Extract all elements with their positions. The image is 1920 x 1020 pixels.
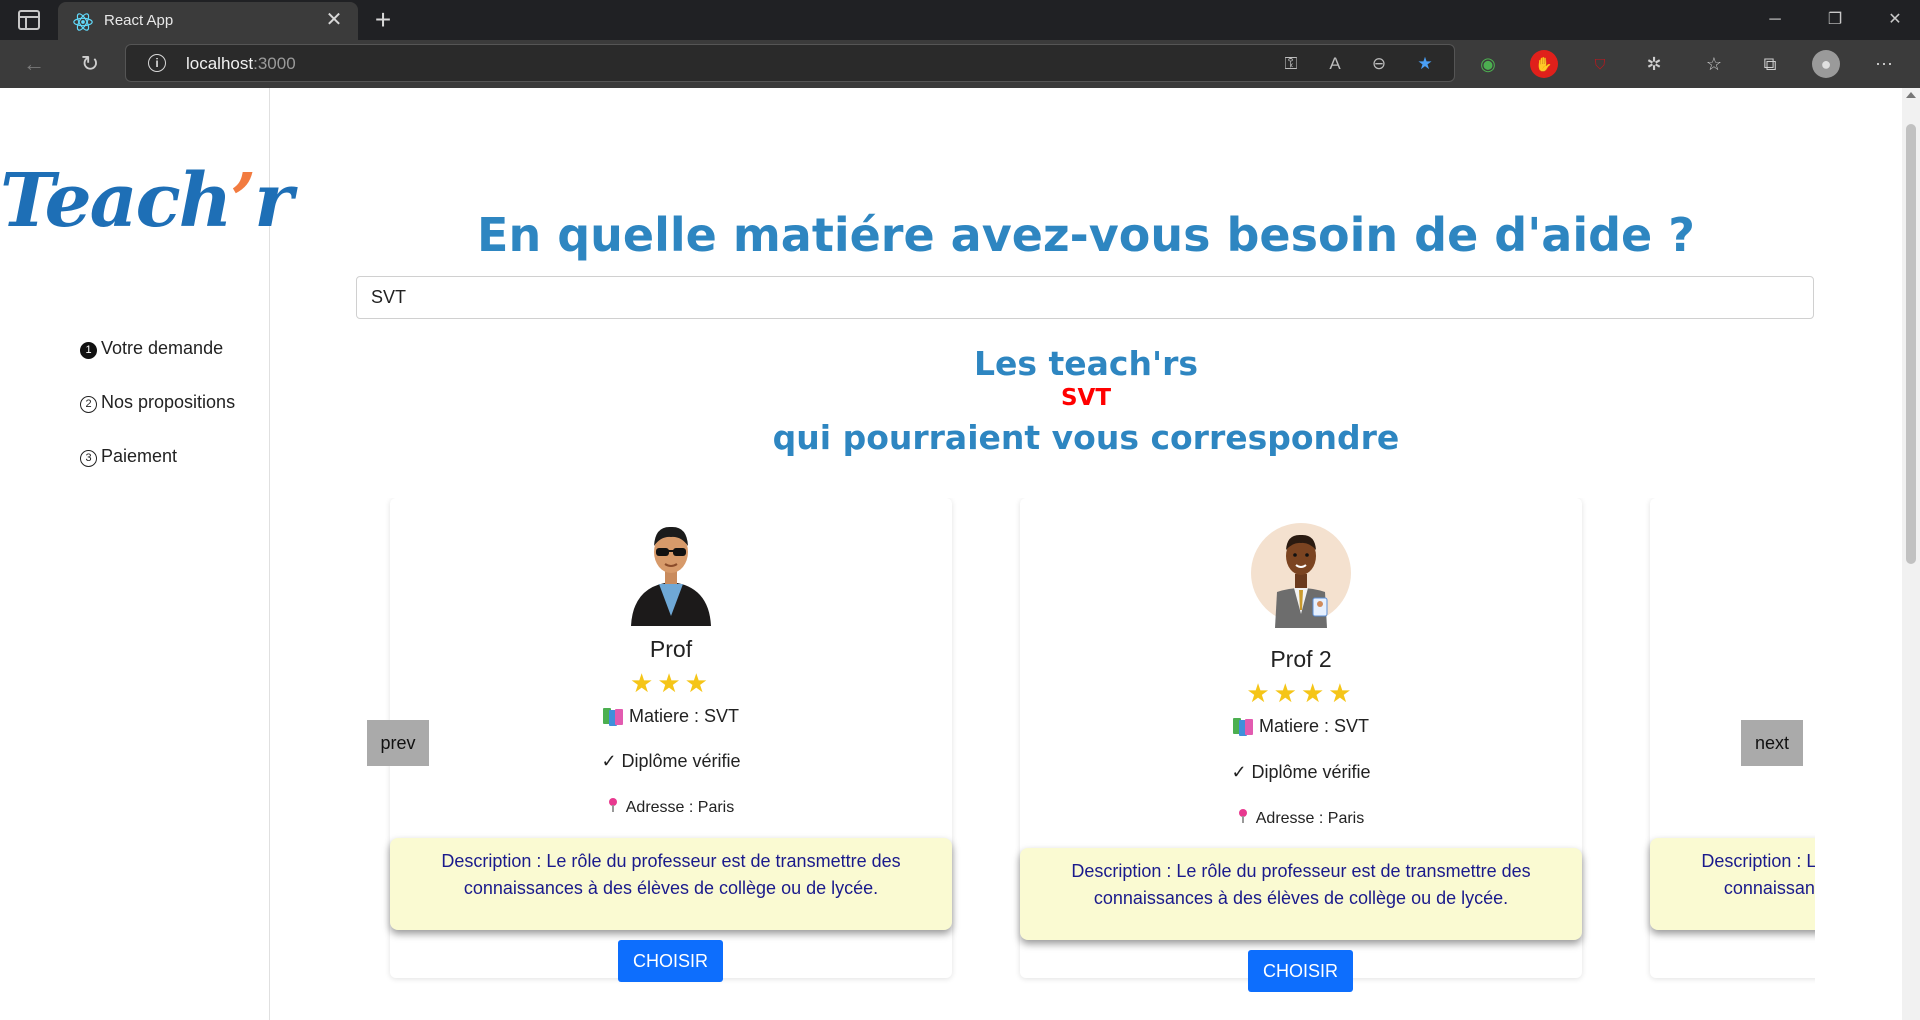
adblock-icon[interactable]: ✋: [1530, 50, 1558, 78]
diploma-row: ✓ Diplôme vérifie: [1231, 762, 1371, 782]
pin-icon: [1238, 809, 1248, 823]
choose-button[interactable]: CHOISIR: [1248, 950, 1353, 992]
logo-apostrophe: ’: [230, 158, 256, 244]
teacher-avatar-badge: [1251, 523, 1351, 628]
rating-stars: ★★★: [630, 668, 712, 698]
step-number-icon: 1: [80, 342, 97, 359]
step-label: Nos propositions: [101, 392, 236, 412]
react-logo-icon: [73, 13, 93, 31]
url-host: localhost: [186, 54, 254, 73]
teachr-logo: Teach’r: [0, 158, 293, 244]
favorite-star-icon[interactable]: ★: [1414, 53, 1436, 75]
results-heading-2: qui pourraient vous correspondre: [772, 418, 1400, 457]
favorites-icon[interactable]: ☆: [1700, 50, 1728, 78]
address-row: Adresse : Paris: [390, 798, 952, 817]
new-tab-icon[interactable]: +: [368, 3, 398, 37]
address-row: Adresse : Paris: [1020, 809, 1582, 828]
teachers-carousel: Prof ★★★ Matiere : SVT ✓ Diplôme vérifie…: [380, 498, 1815, 1020]
teacher-description: Description : Le rôle du professeur est …: [1650, 838, 1815, 930]
address-label: Adresse : Paris: [625, 799, 735, 816]
books-icon: [1232, 718, 1253, 736]
diploma-row: ✓ Diplôme vérifie: [601, 751, 741, 771]
extension-globe-icon[interactable]: ◉: [1474, 50, 1502, 78]
step-number-icon: 2: [80, 396, 97, 413]
subject-row: Matiere : SVT: [1020, 716, 1582, 737]
subject-label: Matiere : SVT: [628, 706, 740, 726]
step-paiement[interactable]: 3 Paiement: [80, 446, 177, 467]
address-label: Adresse : Paris: [1255, 810, 1365, 827]
subject-search-input[interactable]: [356, 276, 1814, 319]
extensions-puzzle-icon[interactable]: ✲: [1640, 50, 1668, 78]
profile-avatar-icon[interactable]: ●: [1812, 50, 1840, 78]
url-port: :3000: [253, 54, 296, 73]
teacher-name: Prof: [649, 636, 693, 662]
step-votre-demande[interactable]: 1 Votre demande: [80, 338, 223, 359]
scroll-up-icon[interactable]: [1906, 92, 1916, 98]
teacher-avatar-sunglasses: [631, 526, 711, 626]
key-icon[interactable]: ⚿: [1280, 53, 1302, 75]
scroll-thumb[interactable]: [1906, 124, 1916, 564]
next-button[interactable]: next: [1741, 720, 1803, 766]
results-heading: Les teach'rs: [973, 344, 1199, 383]
browser-toolbar: ← ↻ i localhost:3000 ⚿ A ⊖ ★ ◉ ✋ ⛉ ✲ ☆ ⧉…: [0, 40, 1920, 88]
tab-title: React App: [104, 12, 174, 29]
address-bar[interactable]: i localhost:3000 ⚿ A ⊖ ★: [125, 44, 1455, 82]
window-close-icon[interactable]: ✕: [1870, 0, 1920, 40]
restore-icon[interactable]: ❐: [1810, 0, 1860, 40]
minimize-icon[interactable]: ─: [1750, 0, 1800, 40]
collections-icon[interactable]: ⧉: [1756, 50, 1784, 78]
teacher-description: Description : Le rôle du professeur est …: [1020, 848, 1582, 940]
rating-stars: ★★★★: [1246, 678, 1356, 708]
tab-actions-icon[interactable]: [18, 10, 40, 30]
zoom-icon[interactable]: ⊖: [1368, 53, 1390, 75]
prev-button[interactable]: prev: [367, 720, 429, 766]
step-nos-propositions[interactable]: 2 Nos propositions: [80, 392, 235, 413]
read-aloud-icon[interactable]: A: [1324, 53, 1346, 75]
books-icon: [602, 708, 623, 726]
tab-close-icon[interactable]: ✕: [322, 8, 346, 32]
teacher-card: Prof 2 ★★★★ Matiere : SVT ✓ Diplôme véri…: [1020, 498, 1582, 992]
more-menu-icon[interactable]: ⋯: [1870, 50, 1898, 78]
choose-button[interactable]: CHOISIR: [618, 940, 723, 982]
teacher-card: Prof ★★★ Matiere : SVT ✓ Diplôme vérifie…: [390, 498, 952, 982]
logo-text: Teach: [0, 158, 232, 244]
site-info-icon[interactable]: i: [148, 54, 166, 72]
teacher-name: Prof 2: [1270, 646, 1332, 672]
teacher-description: Description : Le rôle du professeur est …: [390, 838, 952, 930]
step-label: Votre demande: [101, 338, 224, 358]
step-label: Paiement: [101, 446, 178, 466]
sidebar: Teach’r 1 Votre demande 2 Nos propositions…: [0, 88, 293, 1020]
page: Teach’r 1 Votre demande 2 Nos propositions…: [0, 88, 1920, 1020]
subject-row: Matiere : SVT: [390, 706, 952, 727]
step-number-icon: 3: [80, 450, 97, 467]
subject-label: Matiere : SVT: [1258, 716, 1370, 736]
page-scrollbar[interactable]: [1902, 88, 1920, 1020]
url-text: localhost:3000: [186, 54, 296, 74]
browser-tab[interactable]: React App ✕: [58, 2, 358, 40]
results-subject: SVT: [1060, 385, 1112, 411]
pin-icon: [608, 798, 618, 812]
back-icon[interactable]: ←: [18, 48, 50, 80]
ublock-icon[interactable]: ⛉: [1586, 50, 1614, 78]
browser-title-bar: React App ✕ + ─ ❐ ✕: [0, 0, 1920, 40]
page-title: En quelle matiére avez-vous besoin de d'…: [477, 208, 1695, 262]
refresh-icon[interactable]: ↻: [74, 48, 106, 80]
